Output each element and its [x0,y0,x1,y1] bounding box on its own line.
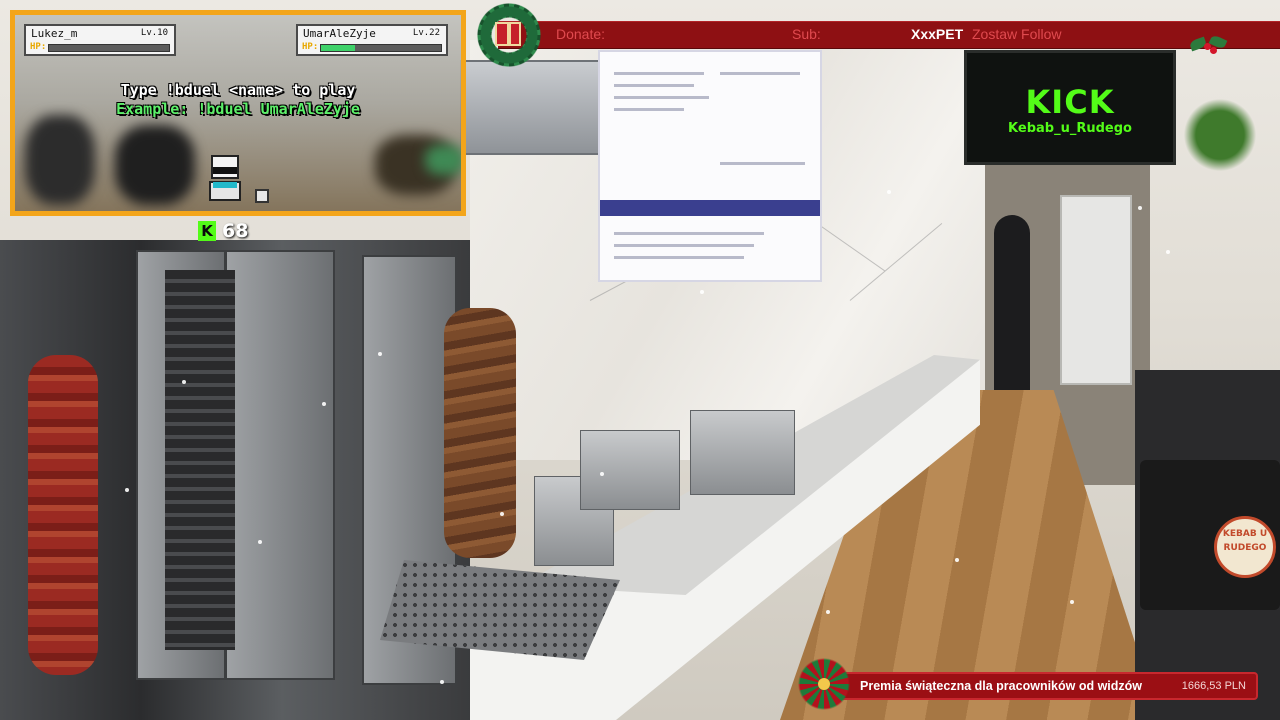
holly-berry [1210,47,1217,54]
tv-subtitle: Kebab_u_Rudego [1008,121,1132,136]
snowflake [600,472,604,476]
player1-name: Lukez_m [31,27,78,40]
snowflake [322,402,326,406]
menu-line [614,232,764,235]
donation-goal-bar: Premia świąteczna dla pracowników od wid… [836,672,1258,700]
kick-viewer-count: K 68 [198,220,248,242]
griddle [690,410,795,495]
hanging-plant [1175,95,1265,175]
player-sprite-icon [205,155,245,203]
player1-hp-label: HP: [30,42,47,52]
snowflake [125,488,129,492]
snowflake [1166,250,1170,254]
menu-line [614,244,754,247]
snowflake [258,540,262,544]
snowflake [440,680,444,684]
follow-call-to-action: Zostaw Follow [972,26,1062,42]
player1-level: Lv.10 [140,28,168,38]
snowflake [1070,600,1074,604]
wall-tv: KICK Kebab_u_Rudego [964,50,1176,165]
player1-hp-bar [48,44,170,52]
donate-label: Donate: [556,26,606,42]
tv-title: KICK [1025,83,1115,121]
gyro-heater-panel [225,250,335,680]
pet-sprite-icon [255,189,269,203]
sprite-sunglasses [213,167,237,174]
sprite-scarf [213,182,237,188]
duel-game-overlay: Lukez_m Lv.10 HP: UmarAleZyje Lv.22 HP: … [10,10,466,216]
menu-board-strip [600,200,820,216]
player2-hp-bar [320,44,442,52]
kebab-spit-red [28,355,98,675]
snowflake [955,558,959,562]
gift-box-icon [495,22,521,46]
bag-logo: KEBAB U RUDEGO [1214,516,1276,578]
sub-label: Sub: [792,26,821,42]
player1-hp-card: Lukez_m Lv.10 HP: [24,24,176,56]
snowflake [182,380,186,384]
player2-name: UmarAleZyje [303,27,376,40]
snowflake [1138,206,1142,210]
snowflake [826,610,830,614]
menu-line [614,256,744,259]
menu-line [720,72,800,75]
kebab-spit-brown [444,308,516,558]
snowflake [378,352,382,356]
player2-hp-card: UmarAleZyje Lv.22 HP: [296,24,448,56]
game-example: Example: !bduel UmarAleZyje [116,100,360,118]
fryer [580,430,680,510]
blurred-shape [25,115,95,205]
menu-line [614,108,684,111]
player2-hp-label: HP: [302,42,319,52]
viewer-count: 68 [222,220,249,242]
menu-board [598,50,822,282]
recent-follower-name: XxxPET [911,26,964,42]
menu-line [614,84,694,87]
snowflake [700,290,704,294]
holly-icon [1188,33,1230,57]
gyro-grille [165,270,235,650]
snowflake [887,190,891,194]
blurred-shape [115,125,195,205]
menu-line [720,162,805,165]
menu-line [614,96,709,99]
kick-logo-icon: K [198,221,216,241]
back-room-fridge [1060,195,1132,385]
marble-vein [849,222,943,301]
donation-goal-amount: 1666,53 PLN [1181,680,1246,692]
person-in-doorway [994,215,1030,415]
player2-hp-fill [321,45,355,51]
menu-line [614,72,704,75]
top-banner: Donate: Sub: XxxPET Zostaw Follow [498,21,1280,49]
game-instruction: Type !bduel <name> to play [120,81,356,99]
donation-goal-title: Premia świąteczna dla pracowników od wid… [860,679,1143,693]
player2-level: Lv.22 [412,28,440,38]
blurred-shape [425,145,461,175]
poinsettia-center [818,678,830,690]
snowflake [500,512,504,516]
